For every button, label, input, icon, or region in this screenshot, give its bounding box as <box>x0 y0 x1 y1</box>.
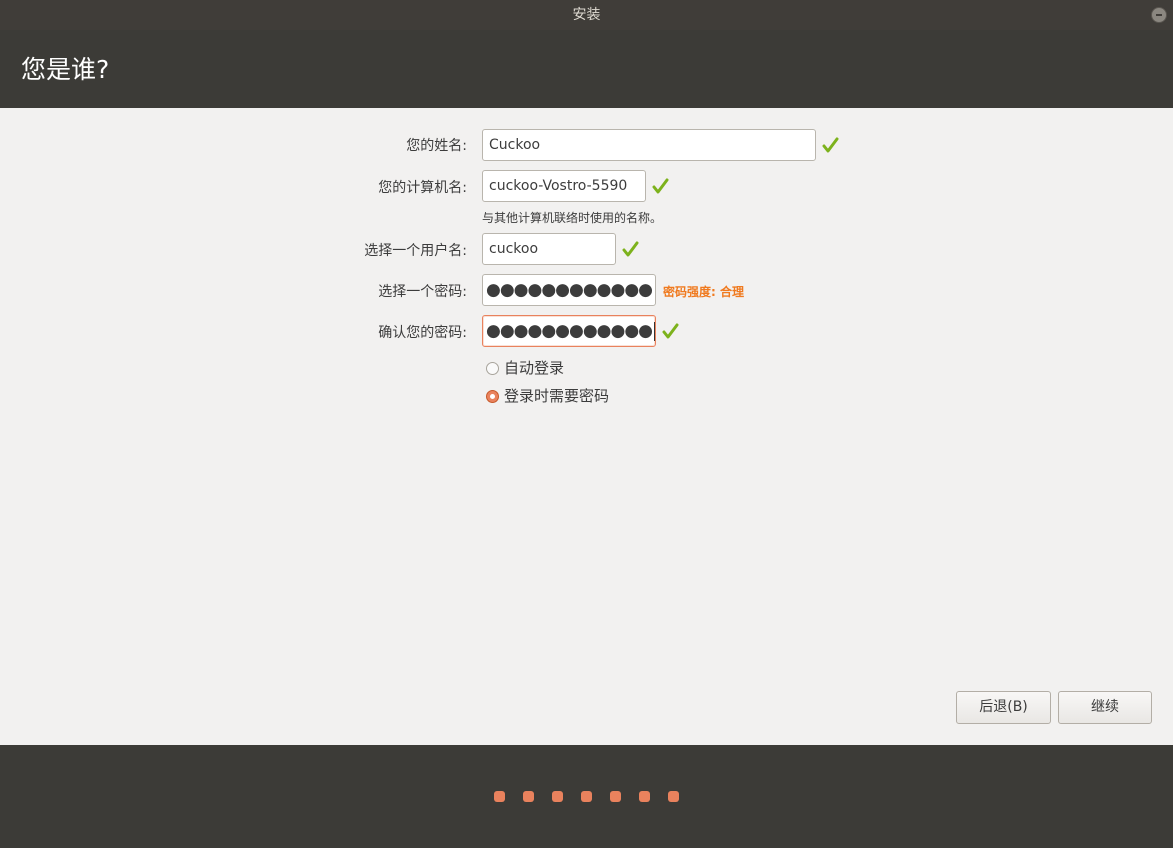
name-field[interactable]: Cuckoo <box>482 129 816 161</box>
require-password-radio[interactable] <box>486 389 499 403</box>
progress-step-dot <box>494 791 505 802</box>
back-button[interactable]: 后退(B) <box>956 691 1051 724</box>
require-password-label: 登录时需要密码 <box>504 387 610 405</box>
user-form: 您的姓名: Cuckoo 您的计算机名: cuckoo-Vostro-5590 … <box>0 108 1173 745</box>
confirm-password-label: 确认您的密码: <box>378 325 467 341</box>
name-label: 您的姓名: <box>406 138 467 154</box>
page-header: 您是谁? <box>0 30 1173 108</box>
computer-name-hint: 与其他计算机联络时使用的名称。 <box>482 211 663 225</box>
minimize-icon[interactable] <box>1151 7 1167 23</box>
confirm-password-field[interactable]: ●●●●●●●●●●●● <box>482 315 656 347</box>
password-label: 选择一个密码: <box>378 284 467 300</box>
username-field[interactable]: cuckoo <box>482 233 616 265</box>
text-cursor <box>654 321 655 341</box>
window-title: 安装 <box>572 7 601 23</box>
progress-steps <box>494 791 697 802</box>
page-title: 您是谁? <box>21 55 110 84</box>
progress-step-dot <box>552 791 563 802</box>
check-icon <box>662 323 679 339</box>
progress-step-dot <box>523 791 534 802</box>
require-password-option[interactable]: 登录时需要密码 <box>486 386 609 406</box>
computer-name-field[interactable]: cuckoo-Vostro-5590 <box>482 170 646 202</box>
check-icon <box>822 137 839 153</box>
auto-login-option[interactable]: 自动登录 <box>486 358 564 378</box>
password-strength: 密码强度: 合理 <box>663 285 744 299</box>
check-icon <box>622 241 639 257</box>
auto-login-radio[interactable] <box>486 361 499 375</box>
progress-step-dot <box>610 791 621 802</box>
window-titlebar: 安装 <box>0 0 1173 30</box>
confirm-password-mask: ●●●●●●●●●●●● <box>486 321 653 341</box>
progress-step-dot <box>639 791 650 802</box>
continue-button[interactable]: 继续 <box>1058 691 1152 724</box>
check-icon <box>652 178 669 194</box>
auto-login-label: 自动登录 <box>504 359 565 377</box>
username-label: 选择一个用户名: <box>364 243 467 259</box>
progress-step-dot <box>581 791 592 802</box>
progress-step-dot <box>668 791 679 802</box>
password-field[interactable]: ●●●●●●●●●●●● <box>482 274 656 306</box>
installer-footer <box>0 745 1173 848</box>
computer-name-label: 您的计算机名: <box>378 180 467 196</box>
